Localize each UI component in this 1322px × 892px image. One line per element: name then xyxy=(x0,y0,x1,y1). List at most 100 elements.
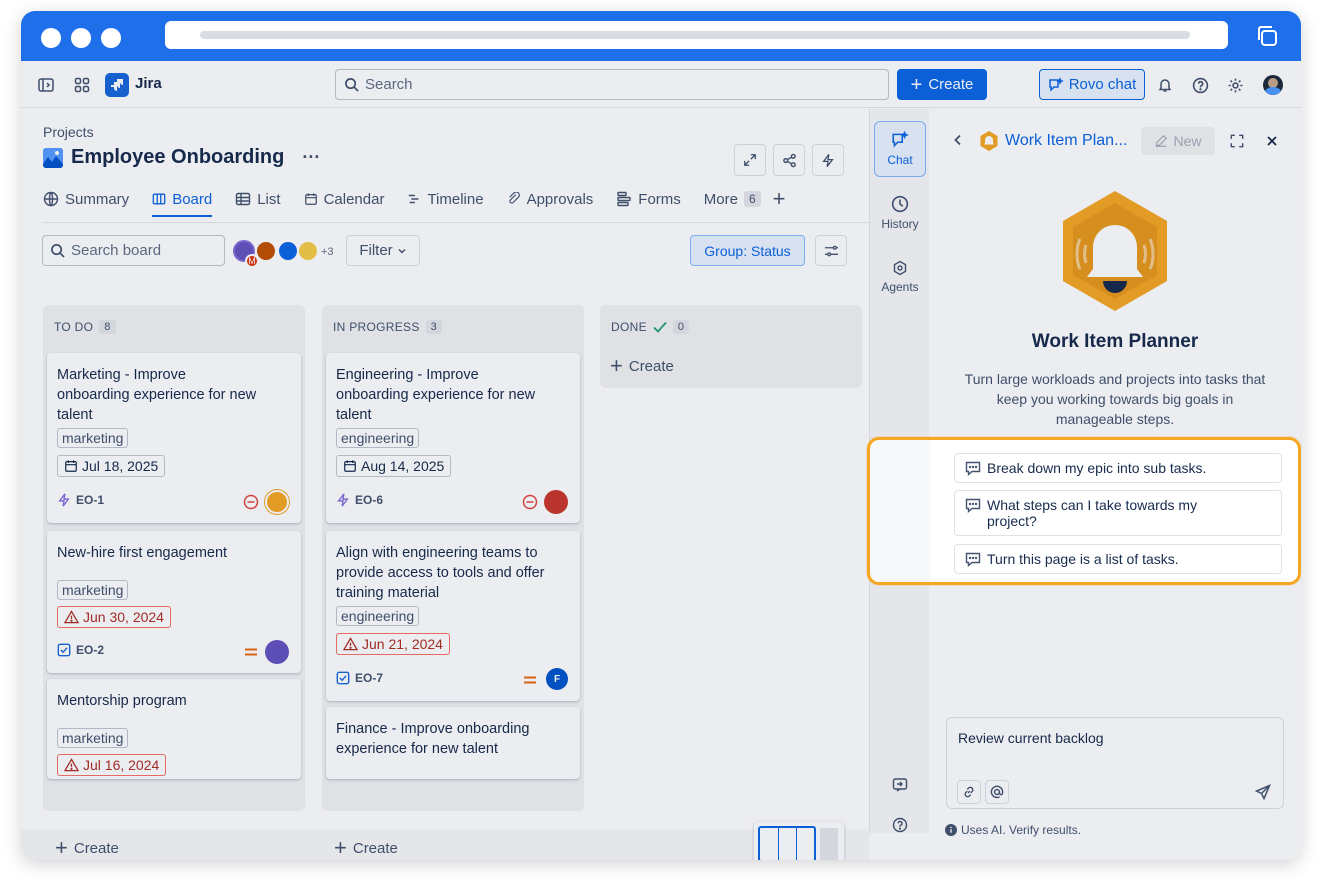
tab-list[interactable]: List xyxy=(235,185,281,213)
column-create-button[interactable]: + Create xyxy=(55,837,119,859)
card-label[interactable]: marketing xyxy=(57,580,129,600)
card-label[interactable]: engineering xyxy=(336,428,420,448)
card-due-date-overdue[interactable]: Jun 30, 2024 xyxy=(57,606,171,628)
mention-icon[interactable] xyxy=(985,780,1009,804)
project-more-button[interactable]: ··· xyxy=(302,147,320,168)
rovo-chat-button[interactable]: Rovo chat xyxy=(1039,69,1145,100)
issue-card[interactable]: Finance - Improve onboarding experience … xyxy=(326,707,580,779)
app-name[interactable]: Jira xyxy=(135,75,162,92)
card-label[interactable]: marketing xyxy=(57,428,129,448)
card-due-date-overdue[interactable]: Jul 16, 2024 xyxy=(57,754,167,776)
close-icon[interactable] xyxy=(1263,132,1281,150)
card-title: Finance - Improve onboarding experience … xyxy=(336,721,530,757)
tab-board[interactable]: Board xyxy=(152,185,213,217)
assignee-avatar[interactable]: F xyxy=(546,668,568,690)
window-minimize-dot[interactable] xyxy=(71,28,91,48)
card-label[interactable]: marketing xyxy=(57,728,129,748)
rail-help-icon[interactable] xyxy=(890,815,910,835)
issue-card[interactable]: Engineering - Improve onboarding experie… xyxy=(326,353,580,523)
card-due-date[interactable]: Jul 18, 2025 xyxy=(57,455,166,477)
window-close-dot[interactable] xyxy=(41,28,61,48)
agents-hexagon-icon xyxy=(893,260,907,276)
breadcrumb[interactable]: Projects xyxy=(43,124,94,140)
assignee-avatar[interactable] xyxy=(544,490,568,514)
window-zoom-dot[interactable] xyxy=(101,28,121,48)
help-icon[interactable] xyxy=(1191,76,1209,94)
assignee-avatar[interactable] xyxy=(265,490,289,514)
column-create-button[interactable]: + Create xyxy=(610,355,674,377)
search-board-input[interactable]: Search board xyxy=(42,235,225,266)
settings-gear-icon[interactable] xyxy=(1226,76,1244,94)
rail-history-button[interactable]: History xyxy=(874,185,926,241)
notifications-bell-icon[interactable] xyxy=(1156,76,1174,94)
suggestion-prompt[interactable]: What steps can I take towards my project… xyxy=(954,490,1282,536)
view-settings-button[interactable] xyxy=(815,235,847,266)
add-tab-button[interactable]: + xyxy=(773,185,786,213)
issue-card[interactable]: Marketing - Improve onboarding experienc… xyxy=(47,353,301,523)
avatar[interactable] xyxy=(277,240,299,262)
agent-name: Work Item Planner xyxy=(1031,331,1199,352)
chat-bubble-icon xyxy=(965,498,981,513)
column-create-button[interactable]: + Create xyxy=(334,837,398,859)
user-avatar[interactable] xyxy=(1263,75,1283,95)
task-checkbox-icon xyxy=(336,671,350,685)
issue-card[interactable]: Align with engineering teams to provide … xyxy=(326,531,580,701)
chat-input[interactable]: Review current backlog xyxy=(946,717,1284,809)
panel-agent-title[interactable]: Work Item Plan... xyxy=(1005,132,1127,150)
address-bar[interactable] xyxy=(165,21,1228,49)
card-key[interactable]: EO-2 xyxy=(57,643,104,657)
card-key[interactable]: EO-7 xyxy=(336,671,383,685)
attach-link-icon[interactable] xyxy=(957,780,981,804)
filter-button[interactable]: Filter xyxy=(346,235,420,266)
globe-icon xyxy=(43,191,59,207)
rail-agents-button[interactable]: Agents xyxy=(874,249,926,305)
card-label[interactable]: engineering xyxy=(336,606,420,626)
tab-timeline[interactable]: Timeline xyxy=(407,185,484,213)
due-date-text: Jul 16, 2024 xyxy=(83,757,160,773)
group-by-button[interactable]: Group: Status xyxy=(690,235,805,266)
assignee-avatar[interactable] xyxy=(265,640,289,664)
column-header: DONE 0 xyxy=(611,320,690,334)
global-search-input[interactable]: Search xyxy=(335,69,889,100)
fullscreen-button[interactable] xyxy=(734,144,766,176)
create-button[interactable]: + Create xyxy=(897,69,987,100)
feedback-icon[interactable] xyxy=(890,775,910,795)
card-key[interactable]: EO-6 xyxy=(336,493,383,507)
tab-forms[interactable]: Forms xyxy=(616,185,681,213)
search-placeholder: Search xyxy=(365,76,413,93)
send-icon[interactable] xyxy=(1251,780,1275,804)
suggestion-prompt[interactable]: Break down my epic into sub tasks. xyxy=(954,453,1282,483)
tab-calendar[interactable]: Calendar xyxy=(304,185,384,213)
tab-summary[interactable]: Summary xyxy=(43,185,129,213)
board-minimap[interactable] xyxy=(754,822,844,860)
due-date-text: Jun 30, 2024 xyxy=(83,609,164,625)
minimap-viewport[interactable] xyxy=(758,826,816,860)
avatar[interactable] xyxy=(255,240,277,262)
issue-card[interactable]: Mentorship program marketing Jul 16, 202… xyxy=(47,679,301,779)
edit-icon xyxy=(1156,134,1168,147)
jira-logo-icon[interactable] xyxy=(105,73,129,97)
app-switcher-icon[interactable] xyxy=(73,76,91,94)
avatar-more-count[interactable]: +3 xyxy=(321,246,334,258)
rail-chat-button[interactable]: Chat xyxy=(874,121,926,177)
back-chevron-icon[interactable] xyxy=(949,131,967,149)
card-due-date[interactable]: Aug 14, 2025 xyxy=(336,455,452,477)
avatar[interactable] xyxy=(297,240,319,262)
sidebar-toggle-icon[interactable] xyxy=(37,76,55,94)
new-chat-button[interactable]: New xyxy=(1141,127,1215,155)
tab-approvals[interactable]: Approvals xyxy=(507,185,593,213)
rail-label: History xyxy=(881,217,919,231)
card-key[interactable]: EO-1 xyxy=(57,493,104,507)
issue-card[interactable]: New-hire first engagement marketing Jun … xyxy=(47,531,301,673)
top-navigation: Jira Search + Create Rovo chat xyxy=(21,61,1301,108)
card-title: Marketing - Improve onboarding experienc… xyxy=(57,367,257,423)
automation-button[interactable] xyxy=(812,144,844,176)
card-due-date-overdue[interactable]: Jun 21, 2024 xyxy=(336,633,450,655)
copy-window-icon[interactable] xyxy=(1255,24,1279,48)
suggestion-prompt[interactable]: Turn this page is a list of tasks. xyxy=(954,544,1282,574)
epic-lightning-icon xyxy=(337,493,349,507)
column-in-progress: IN PROGRESS 3 Engineering - Improve onbo… xyxy=(322,305,584,811)
share-button[interactable] xyxy=(773,144,805,176)
expand-panel-icon[interactable] xyxy=(1228,132,1246,150)
tab-more[interactable]: More 6 xyxy=(704,185,761,213)
